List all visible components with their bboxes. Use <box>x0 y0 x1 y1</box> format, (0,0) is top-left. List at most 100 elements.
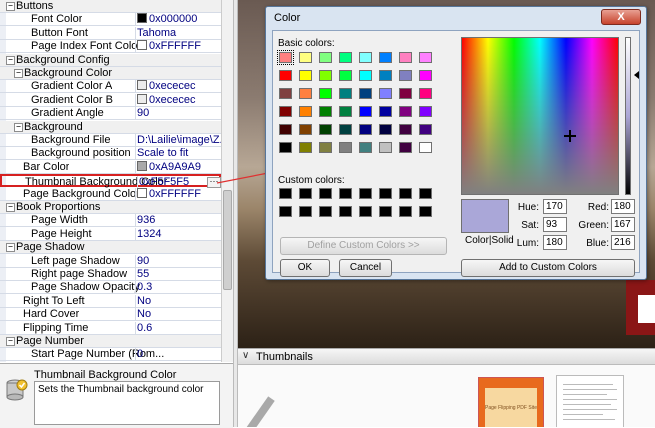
basic-color-swatch[interactable] <box>379 124 392 135</box>
basic-color-swatch[interactable] <box>379 106 392 117</box>
basic-color-swatch[interactable] <box>279 106 292 117</box>
grid-property-row[interactable]: Gradient Color A 0xececec <box>0 80 221 94</box>
grid-property-row[interactable]: Bar Color 0xA9A9A9 <box>0 160 221 174</box>
custom-color-swatch[interactable] <box>379 206 392 217</box>
grid-property-row[interactable]: Page Height 1324 <box>0 227 221 241</box>
property-value[interactable]: 0.3 <box>135 281 221 295</box>
cancel-button[interactable]: Cancel <box>339 259 392 277</box>
collapse-toggle-icon[interactable]: − <box>6 203 15 212</box>
grid-property-row[interactable]: Flipping Time 0.6 <box>0 321 221 335</box>
basic-color-swatch[interactable] <box>399 106 412 117</box>
ok-button[interactable]: OK <box>280 259 330 277</box>
basic-color-swatch[interactable] <box>399 142 412 153</box>
basic-color-swatch[interactable] <box>299 106 312 117</box>
grid-property-row[interactable]: Right page Shadow 55 <box>0 268 221 281</box>
basic-color-swatch[interactable] <box>339 106 352 117</box>
custom-color-swatch[interactable] <box>419 188 432 199</box>
basic-color-swatch[interactable] <box>279 124 292 135</box>
green-field[interactable]: 167 <box>611 217 635 232</box>
basic-color-swatch[interactable] <box>319 124 332 135</box>
custom-color-swatch[interactable] <box>379 188 392 199</box>
grid-category[interactable]: − Page Shadow <box>0 241 221 255</box>
custom-color-swatch[interactable] <box>399 188 412 199</box>
property-value[interactable]: 936 <box>135 214 221 228</box>
luminance-bar[interactable] <box>625 37 631 195</box>
basic-color-swatch[interactable] <box>319 52 332 63</box>
basic-color-swatch[interactable] <box>299 70 312 81</box>
custom-color-swatch[interactable] <box>339 206 352 217</box>
grid-category[interactable]: − Background Color <box>0 67 221 80</box>
basic-color-swatch[interactable] <box>299 88 312 99</box>
property-value[interactable]: No <box>135 294 221 308</box>
grid-property-row[interactable]: Button Font Tahoma <box>0 26 221 40</box>
property-value[interactable]: 0xececec <box>135 93 221 107</box>
grid-property-row[interactable]: Page Width 936 <box>0 214 221 228</box>
property-value[interactable]: Tahoma <box>135 26 221 40</box>
basic-color-swatch[interactable] <box>419 106 432 117</box>
grid-property-row[interactable]: Background File D:\Lailie\image\Z... <box>0 134 221 147</box>
grid-category[interactable]: − Page Number <box>0 335 221 348</box>
thumbnail-page-2[interactable] <box>556 375 624 427</box>
grid-property-row[interactable]: Page Shadow Opacity 0.3 <box>0 281 221 295</box>
collapse-toggle-icon[interactable]: − <box>6 2 15 11</box>
basic-color-swatch[interactable] <box>359 106 372 117</box>
thumbnail-page-1[interactable]: Page Flipping PDF Site <box>478 377 544 427</box>
basic-color-swatch[interactable] <box>379 52 392 63</box>
lum-field[interactable]: 180 <box>543 235 567 250</box>
basic-color-swatch[interactable] <box>339 88 352 99</box>
basic-color-swatch[interactable] <box>339 124 352 135</box>
basic-color-swatch[interactable] <box>299 142 312 153</box>
basic-color-swatch[interactable] <box>319 142 332 153</box>
basic-color-swatch[interactable] <box>399 88 412 99</box>
basic-color-swatch[interactable] <box>359 142 372 153</box>
property-value[interactable]: 0x000000 <box>135 13 221 27</box>
basic-color-swatch[interactable] <box>359 70 372 81</box>
custom-color-swatch[interactable] <box>279 206 292 217</box>
grid-category[interactable]: − Book Proportions <box>0 201 221 214</box>
basic-color-swatch[interactable] <box>359 52 372 63</box>
sat-field[interactable]: 93 <box>543 217 567 232</box>
basic-color-swatch[interactable] <box>379 70 392 81</box>
basic-color-swatch[interactable] <box>279 142 292 153</box>
custom-color-swatch[interactable] <box>419 206 432 217</box>
grid-property-row[interactable]: Gradient Angle 90 <box>0 107 221 121</box>
property-value[interactable]: 0.6 <box>135 321 221 335</box>
basic-color-swatch[interactable] <box>419 124 432 135</box>
grid-property-row[interactable]: Page Background Color 0xFFFFFF <box>0 187 221 201</box>
define-custom-colors-button[interactable]: Define Custom Colors >> <box>280 237 447 255</box>
basic-color-swatch[interactable] <box>339 142 352 153</box>
basic-color-swatch[interactable] <box>419 142 432 153</box>
basic-color-swatch[interactable] <box>419 70 432 81</box>
property-value[interactable]: Scale to fit <box>135 147 221 161</box>
property-value[interactable]: D:\Lailie\image\Z... <box>135 134 221 147</box>
collapse-toggle-icon[interactable]: − <box>6 337 15 346</box>
grid-category[interactable]: − Buttons <box>0 0 221 13</box>
custom-color-swatch[interactable] <box>299 188 312 199</box>
property-value[interactable]: 90 <box>135 107 221 121</box>
basic-color-swatch[interactable] <box>339 70 352 81</box>
property-value[interactable]: 0xececec <box>135 80 221 94</box>
grid-property-row[interactable]: Left page Shadow 90 <box>0 254 221 268</box>
basic-color-swatch[interactable] <box>379 88 392 99</box>
grid-category[interactable]: − Background <box>0 120 221 134</box>
collapse-toggle-icon[interactable]: − <box>6 243 15 253</box>
grid-property-row[interactable]: Gradient Color B 0xececec <box>0 93 221 107</box>
basic-color-swatch[interactable] <box>399 52 412 63</box>
chevron-down-icon[interactable]: ∨ <box>242 350 249 361</box>
basic-color-swatch[interactable] <box>399 124 412 135</box>
basic-color-swatch[interactable] <box>419 52 432 63</box>
property-value[interactable]: 90 <box>135 254 221 268</box>
color-spectrum[interactable] <box>461 37 619 195</box>
property-value[interactable]: 0xA9A9A9 <box>135 160 221 174</box>
basic-color-swatch[interactable] <box>379 142 392 153</box>
basic-color-swatch[interactable] <box>279 88 292 99</box>
custom-color-swatch[interactable] <box>319 206 332 217</box>
collapse-toggle-icon[interactable]: − <box>14 122 23 132</box>
custom-color-swatch[interactable] <box>399 206 412 217</box>
custom-color-swatch[interactable] <box>339 188 352 199</box>
custom-color-swatch[interactable] <box>319 188 332 199</box>
property-value[interactable]: No <box>135 308 221 322</box>
custom-color-swatch[interactable] <box>359 206 372 217</box>
red-field[interactable]: 180 <box>611 199 635 214</box>
custom-color-swatch[interactable] <box>299 206 312 217</box>
